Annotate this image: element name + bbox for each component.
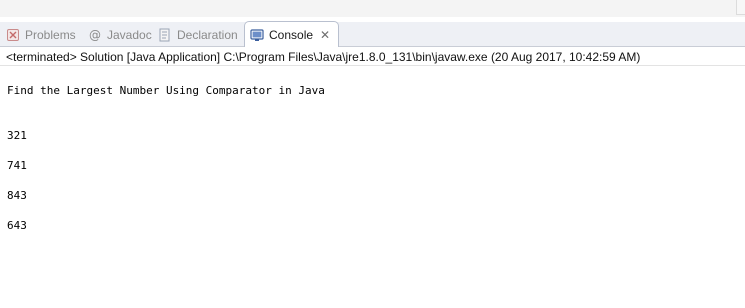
tab-problems[interactable]: Problems <box>6 22 76 47</box>
javadoc-at-icon: @ <box>88 28 102 42</box>
tab-javadoc[interactable]: @ Javadoc <box>88 22 152 47</box>
console-output: Find the Largest Number Using Comparator… <box>7 83 325 233</box>
declaration-icon <box>158 28 172 42</box>
tab-javadoc-label: Javadoc <box>107 27 152 42</box>
output-number-3: 843 <box>7 189 27 202</box>
eclipse-console-view: Problems @ Javadoc Declaration Console ✕… <box>0 0 745 308</box>
output-number-2: 741 <box>7 159 27 172</box>
console-status-header: <terminated> Solution [Java Application]… <box>0 47 745 66</box>
view-tab-bar: Problems @ Javadoc Declaration Console ✕ <box>0 21 745 47</box>
tab-problems-label: Problems <box>25 27 76 42</box>
tab-declaration-label: Declaration <box>177 27 238 42</box>
output-number-1: 321 <box>7 129 27 142</box>
tab-console-label: Console <box>269 27 314 42</box>
tab-declaration[interactable]: Declaration <box>158 22 238 47</box>
scrollbar-corner[interactable] <box>736 0 745 15</box>
close-icon[interactable]: ✕ <box>320 29 330 41</box>
tab-console[interactable]: Console ✕ <box>244 21 340 47</box>
svg-text:@: @ <box>89 28 101 42</box>
console-monitor-icon <box>250 28 264 42</box>
problems-icon <box>6 28 20 42</box>
output-title-line: Find the Largest Number Using Comparator… <box>7 84 325 97</box>
console-launch-info: <terminated> Solution [Java Application]… <box>6 50 641 64</box>
editor-bottom-strip <box>0 0 745 17</box>
output-number-4: 643 <box>7 219 27 232</box>
